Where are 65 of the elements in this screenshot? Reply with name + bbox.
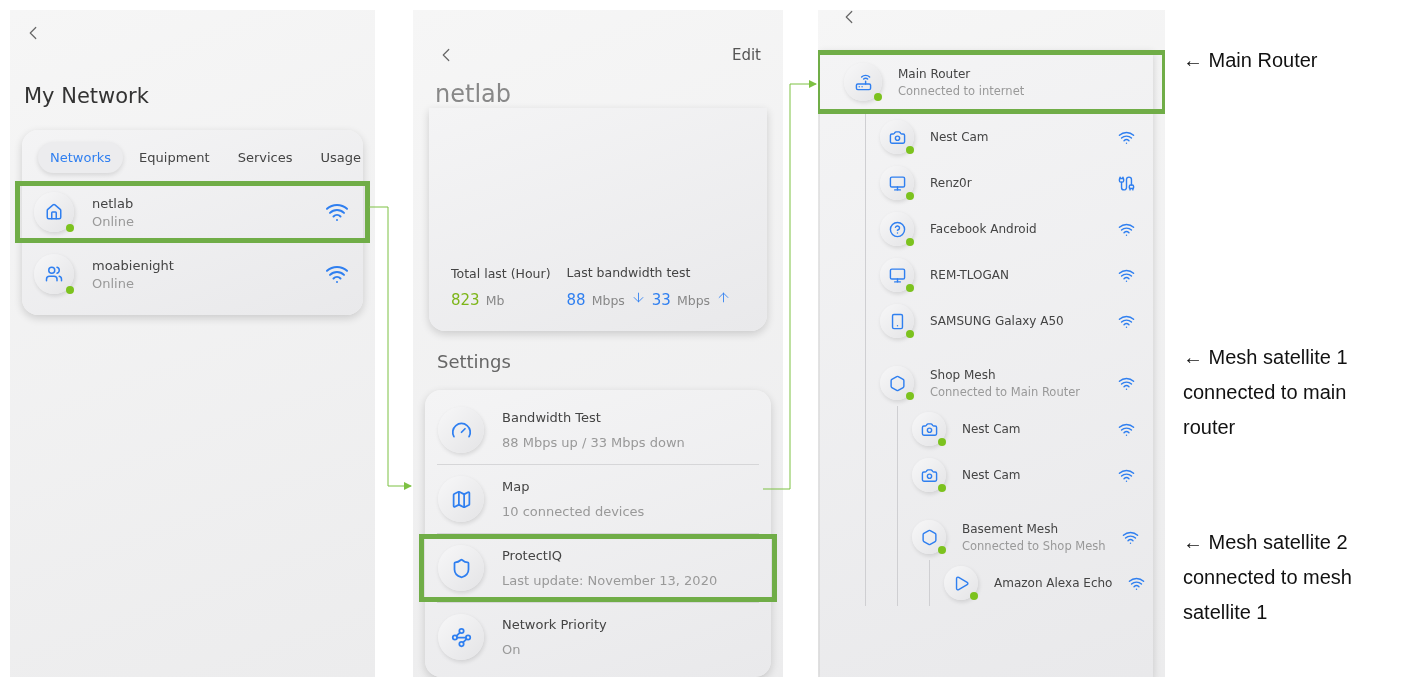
stat-label: Total last (Hour) [451,266,551,281]
setting-subtitle: Last update: November 13, 2020 [502,573,719,588]
device-status: Connected to internet [898,83,1026,98]
nodes-icon [450,626,472,648]
settings-row[interactable]: Bandwidth Test 88 Mbps up / 33 Mbps down [419,396,777,464]
annotation-text: ← Mesh satellite 1 connected to main router [1183,345,1349,440]
setting-subtitle: 88 Mbps up / 33 Mbps down [502,435,686,450]
annotation-text: ← Mesh satellite 2 connected to mesh satellite 1 [1183,530,1353,625]
network-name: moabienight [92,257,175,273]
edit-link[interactable]: Edit [731,46,761,64]
device-status: Connected to Shop Mesh [962,538,1106,553]
section-heading: Settings [437,351,512,372]
stat-label: Last bandwidth test [566,265,692,280]
stat-unit: Mbps [676,293,711,308]
stat-unit: Mb [485,293,505,308]
map-icon [450,488,472,510]
setting-subtitle: 10 connected devices [502,504,646,519]
device-row[interactable]: REM-TLOGAN [880,252,1153,298]
device-row[interactable]: Main Router Connected to internet [818,50,1165,114]
device-row[interactable]: Facebook Android [880,206,1153,252]
device-name: Nest Cam [962,422,1022,436]
network-row[interactable]: moabienight Online [15,243,370,305]
device-name: REM-TLOGAN [930,268,1011,282]
device-row[interactable]: Nest Cam [912,452,1153,498]
setting-title: Map [502,479,531,494]
annotation-text: ← Main Router [1183,48,1319,73]
network-name: netlab [92,195,135,211]
network-title: netlab [435,80,512,108]
setting-title: ProtectIQ [502,548,564,563]
settings-row[interactable]: Network Priority On [419,603,777,671]
network-status: Online [92,275,135,291]
network-status: Online [92,213,135,229]
device-status: Connected to Main Router [930,384,1081,399]
device-name: Renz0r [930,176,973,190]
house-icon [45,203,63,221]
device-row[interactable]: Renz0r [880,160,1153,206]
device-row[interactable]: SAMSUNG Galaxy A50 [880,298,1153,344]
stat-value: 88 [566,291,586,309]
device-name: Basement Mesh [962,521,1059,536]
setting-subtitle: On [502,642,522,657]
device-name: SAMSUNG Galaxy A50 [930,314,1065,328]
people-icon [45,265,63,283]
setting-title: Bandwidth Test [502,410,602,425]
device-name: Facebook Android [930,222,1038,236]
device-row[interactable]: Amazon Alexa Echo [944,560,1153,606]
device-row[interactable]: Nest Cam [880,114,1153,160]
tab[interactable]: Equipment [127,142,222,173]
device-name: Shop Mesh [930,367,997,382]
device-name: Nest Cam [930,130,990,144]
settings-row[interactable]: ProtectIQ Last update: November 13, 2020 [419,534,777,602]
device-name: Nest Cam [962,468,1022,482]
page-title: My Network [24,84,150,108]
device-row[interactable]: Basement Mesh Connected to Shop Mesh [912,514,1153,560]
setting-title: Network Priority [502,617,608,632]
device-row[interactable]: Nest Cam [912,406,1153,452]
stat-value: 33 [651,291,671,309]
device-name: Main Router [898,66,972,81]
device-row[interactable]: Shop Mesh Connected to Main Router [880,360,1153,406]
stat-value: 823 [451,291,480,309]
settings-row[interactable]: Map 10 connected devices [419,465,777,533]
device-name: Amazon Alexa Echo [994,576,1113,590]
tab[interactable]: Usage [308,142,373,173]
stat-unit: Mbps [591,293,625,308]
tab[interactable]: Services [225,142,305,173]
network-row[interactable]: netlab Online [15,181,370,243]
